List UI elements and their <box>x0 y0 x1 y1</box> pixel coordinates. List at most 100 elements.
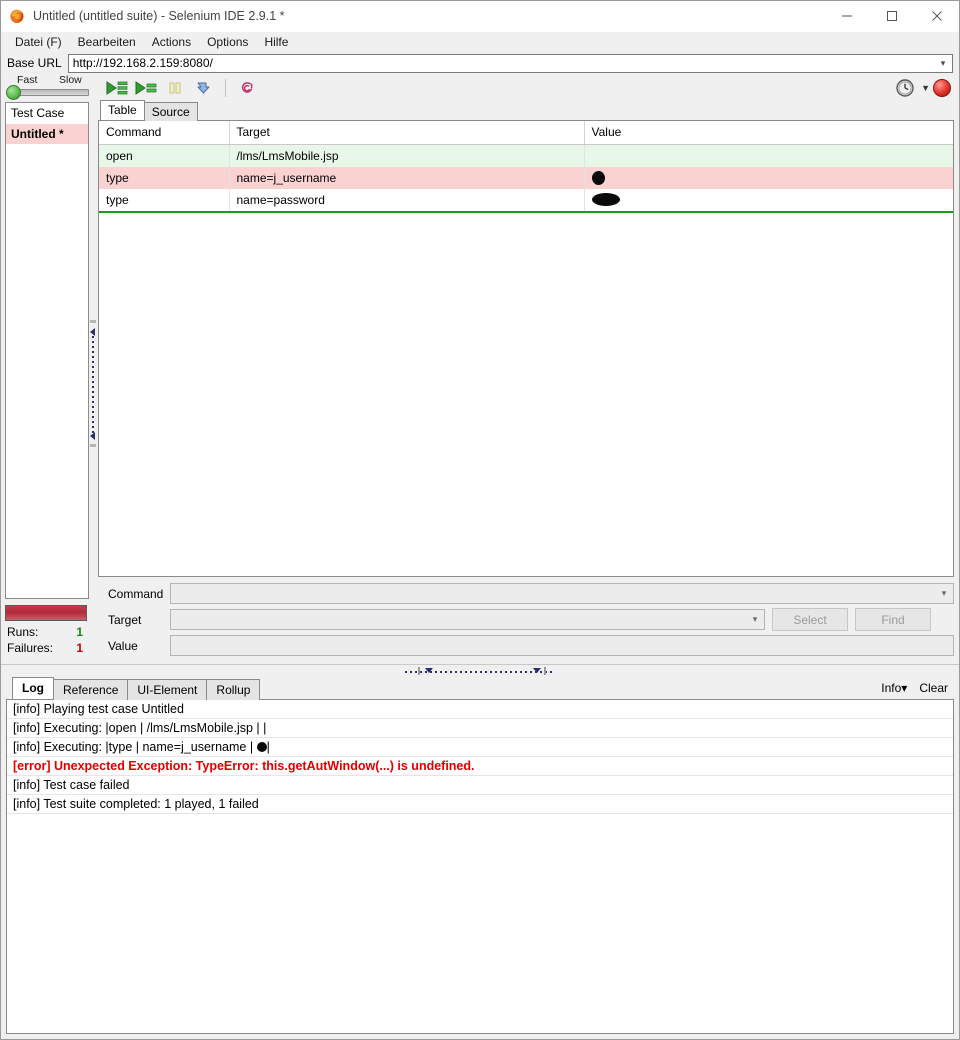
cell-command[interactable]: type <box>99 189 230 213</box>
target-combobox[interactable]: ▾ <box>170 609 765 630</box>
hsplitter-cap-right <box>544 667 546 675</box>
splitter-cap-bottom <box>90 444 96 447</box>
step-icon[interactable] <box>191 76 217 100</box>
tab-table[interactable]: Table <box>100 100 145 120</box>
select-button[interactable]: Select <box>772 608 848 631</box>
firefox-icon <box>9 8 25 24</box>
command-combobox[interactable]: ▾ <box>170 583 954 604</box>
table-row[interactable]: type name=j_username <box>99 167 953 189</box>
play-current-icon[interactable] <box>133 76 159 100</box>
toolbar-separator <box>225 79 226 97</box>
pause-icon[interactable] <box>162 76 188 100</box>
chevron-down-icon[interactable]: ▾ <box>746 614 764 625</box>
table-row[interactable]: type name=password <box>99 189 953 213</box>
tab-log[interactable]: Log <box>12 677 54 699</box>
close-icon[interactable] <box>914 1 959 31</box>
column-header-target[interactable]: Target <box>229 121 585 145</box>
menu-options-label: Options <box>207 35 249 49</box>
target-label: Target <box>108 612 142 627</box>
base-url-combobox[interactable]: http://192.168.2.159:8080/ ▾ <box>67 53 953 73</box>
speed-slider-track[interactable] <box>9 89 89 96</box>
tab-rollup[interactable]: Rollup <box>206 679 261 700</box>
menu-options[interactable]: Options <box>199 33 256 51</box>
minimize-icon[interactable] <box>824 1 869 31</box>
record-dot-icon[interactable] <box>933 79 951 97</box>
target-field-row: Target ▾ Select Find <box>98 608 954 631</box>
failures-counter: Failures: 1 <box>5 640 89 656</box>
log-level-dropdown[interactable]: Info▾ <box>875 679 913 697</box>
title-bar: Untitled (untitled suite) - Selenium IDE… <box>1 1 959 32</box>
command-table: Command Target Value open /lms/LmsMobile… <box>99 121 953 213</box>
table-row[interactable]: open /lms/LmsMobile.jsp <box>99 144 953 167</box>
play-all-icon[interactable] <box>104 76 130 100</box>
command-editor-form: Command ▾ Target ▾ Select Find Value <box>98 577 954 664</box>
window-title: Untitled (untitled suite) - Selenium IDE… <box>33 9 285 23</box>
cell-value[interactable] <box>584 167 953 189</box>
menu-bearbeiten[interactable]: Bearbeiten <box>70 33 144 51</box>
chevron-down-icon[interactable]: ▾ <box>934 58 952 68</box>
runs-counter: Runs: 1 <box>5 624 89 640</box>
editor-pane: Table Source Command Target Value open /… <box>98 100 959 664</box>
editor-tabs: Table Source <box>98 100 954 121</box>
cell-command[interactable]: type <box>99 167 230 189</box>
tab-reference[interactable]: Reference <box>53 679 129 700</box>
failures-value: 1 <box>76 641 83 655</box>
toolbar-right-group: ▼ <box>892 74 951 102</box>
runs-value: 1 <box>76 625 83 639</box>
menu-datei[interactable]: Datei (F) <box>7 33 70 51</box>
menu-hilfe-label: Hilfe <box>264 35 289 49</box>
speed-slider[interactable]: Fast Slow <box>1 74 96 102</box>
menu-bearbeiten-label: Bearbeiten <box>77 35 136 49</box>
column-header-command[interactable]: Command <box>99 121 230 145</box>
base-url-input[interactable]: http://192.168.2.159:8080/ <box>69 56 934 70</box>
log-line: [info] Playing test case Untitled <box>7 700 953 719</box>
horizontal-splitter[interactable] <box>1 664 959 679</box>
base-url-row: Base URL http://192.168.2.159:8080/ ▾ <box>1 52 959 74</box>
toolbar: Fast Slow ▼ <box>1 74 959 102</box>
window-controls <box>824 1 959 31</box>
chevron-down-icon[interactable]: ▾ <box>901 681 907 695</box>
menu-hilfe[interactable]: Hilfe <box>256 33 296 51</box>
log-output[interactable]: [info] Playing test case Untitled [info]… <box>6 699 954 1034</box>
splitter-collapse-left-icon-2[interactable] <box>90 432 95 440</box>
clear-log-button[interactable]: Clear <box>913 679 954 697</box>
cell-target[interactable]: name=j_username <box>229 167 585 189</box>
log-line-error: [error] Unexpected Exception: TypeError:… <box>7 757 953 776</box>
speed-slow-label: Slow <box>59 74 82 86</box>
selenium-ide-window: Untitled (untitled suite) - Selenium IDE… <box>0 0 960 1040</box>
command-grid[interactable]: Command Target Value open /lms/LmsMobile… <box>98 120 954 577</box>
tab-ui-element[interactable]: UI-Element <box>127 679 208 700</box>
command-field-row: Command ▾ <box>98 583 954 604</box>
vertical-splitter[interactable] <box>89 102 98 664</box>
maximize-icon[interactable] <box>869 1 914 31</box>
column-header-value[interactable]: Value <box>584 121 953 145</box>
menu-bar: Datei (F) Bearbeiten Actions Options Hil… <box>1 32 959 52</box>
log-line-suffix: | <box>266 740 270 754</box>
chevron-down-icon[interactable]: ▼ <box>921 83 930 93</box>
tab-source[interactable]: Source <box>143 102 198 121</box>
command-label: Command <box>108 586 164 601</box>
hsplitter-collapse-down-icon-2[interactable] <box>533 668 541 673</box>
find-button[interactable]: Find <box>855 608 931 631</box>
test-case-item-untitled[interactable]: Untitled * <box>6 124 88 144</box>
rollup-spiral-icon[interactable] <box>234 76 260 100</box>
value-label: Value <box>108 638 138 653</box>
splitter-cap-top <box>90 320 96 323</box>
cell-target[interactable]: /lms/LmsMobile.jsp <box>229 144 585 167</box>
run-progress-bar <box>5 605 87 621</box>
cell-value[interactable] <box>584 144 953 167</box>
menu-actions[interactable]: Actions <box>144 33 199 51</box>
menu-actions-label: Actions <box>151 35 192 49</box>
speed-slider-knob[interactable] <box>6 85 21 100</box>
clock-icon[interactable] <box>892 76 918 100</box>
log-line: [info] Test case failed <box>7 776 953 795</box>
log-line: [info] Executing: |open | /lms/LmsMobile… <box>7 719 953 738</box>
chevron-down-icon[interactable]: ▾ <box>935 588 953 599</box>
cell-command[interactable]: open <box>99 144 230 167</box>
value-input[interactable] <box>170 635 954 656</box>
test-case-list[interactable]: Test Case Untitled * <box>5 102 89 599</box>
cell-target[interactable]: name=password <box>229 189 585 213</box>
cell-value[interactable] <box>584 189 953 213</box>
splitter-grip[interactable] <box>92 331 94 435</box>
log-line: [info] Executing: |type | name=j_usernam… <box>7 738 953 757</box>
